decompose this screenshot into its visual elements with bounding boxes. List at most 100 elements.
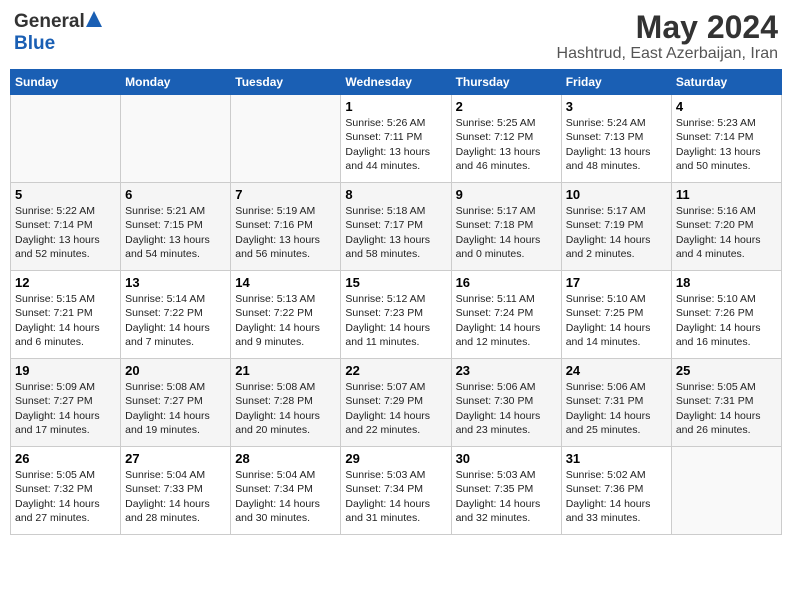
day-info: Sunrise: 5:14 AMSunset: 7:22 PMDaylight:…: [125, 292, 226, 349]
day-number: 27: [125, 451, 226, 466]
weekday-header-thursday: Thursday: [451, 70, 561, 95]
day-number: 20: [125, 363, 226, 378]
week-row-1: 1 Sunrise: 5:26 AMSunset: 7:11 PMDaylight…: [11, 95, 782, 183]
calendar-cell: 15 Sunrise: 5:12 AMSunset: 7:23 PMDayligh…: [341, 271, 451, 359]
weekday-header-sunday: Sunday: [11, 70, 121, 95]
page-header: General Blue May 2024 Hashtrud, East Aze…: [10, 10, 782, 63]
day-number: 4: [676, 99, 777, 114]
day-number: 23: [456, 363, 557, 378]
calendar-cell: 21Sunrise: 5:08 AMSunset: 7:28 PMDayligh…: [231, 359, 341, 447]
day-info: Sunrise: 5:04 AMSunset: 7:34 PMDaylight:…: [235, 468, 336, 525]
day-info: Sunrise: 5:18 AMSunset: 7:17 PMDaylight:…: [345, 204, 446, 261]
day-number: 9: [456, 187, 557, 202]
calendar-cell: 10 Sunrise: 5:17 AMSunset: 7:19 PMDayligh…: [561, 183, 671, 271]
calendar-cell: 18Sunrise: 5:10 AMSunset: 7:26 PMDayligh…: [671, 271, 781, 359]
calendar-cell: 5 Sunrise: 5:22 AMSunset: 7:14 PMDaylight…: [11, 183, 121, 271]
day-number: 5: [15, 187, 116, 202]
day-info: Sunrise: 5:10 AMSunset: 7:25 PMDaylight:…: [566, 292, 667, 349]
calendar-cell: 30 Sunrise: 5:03 AMSunset: 7:35 PMDayligh…: [451, 447, 561, 535]
day-info: Sunrise: 5:11 AMSunset: 7:24 PMDaylight:…: [456, 292, 557, 349]
calendar-cell: 2Sunrise: 5:25 AMSunset: 7:12 PMDaylight…: [451, 95, 561, 183]
week-row-5: 26Sunrise: 5:05 AMSunset: 7:32 PMDayligh…: [11, 447, 782, 535]
calendar-cell: 31Sunrise: 5:02 AMSunset: 7:36 PMDayligh…: [561, 447, 671, 535]
day-number: 30: [456, 451, 557, 466]
weekday-header-friday: Friday: [561, 70, 671, 95]
logo-blue-text: Blue: [14, 33, 55, 54]
calendar-cell: 24 Sunrise: 5:06 AMSunset: 7:31 PMDayligh…: [561, 359, 671, 447]
day-info: Sunrise: 5:06 AMSunset: 7:30 PMDaylight:…: [456, 380, 557, 437]
calendar-cell: [231, 95, 341, 183]
day-info: Sunrise: 5:12 AMSunset: 7:23 PMDaylight:…: [345, 292, 446, 349]
calendar-cell: 6 Sunrise: 5:21 AMSunset: 7:15 PMDaylight…: [121, 183, 231, 271]
day-info: Sunrise: 5:08 AMSunset: 7:28 PMDaylight:…: [235, 380, 336, 437]
calendar-cell: 11Sunrise: 5:16 AMSunset: 7:20 PMDayligh…: [671, 183, 781, 271]
location-title: Hashtrud, East Azerbaijan, Iran: [557, 45, 778, 63]
day-number: 17: [566, 275, 667, 290]
day-number: 1: [345, 99, 446, 114]
day-number: 15: [345, 275, 446, 290]
week-row-2: 5 Sunrise: 5:22 AMSunset: 7:14 PMDaylight…: [11, 183, 782, 271]
day-info: Sunrise: 5:16 AMSunset: 7:20 PMDaylight:…: [676, 204, 777, 261]
weekday-header-saturday: Saturday: [671, 70, 781, 95]
calendar-cell: 9 Sunrise: 5:17 AMSunset: 7:18 PMDaylight…: [451, 183, 561, 271]
day-info: Sunrise: 5:06 AMSunset: 7:31 PMDaylight:…: [566, 380, 667, 437]
calendar-cell: 4 Sunrise: 5:23 AMSunset: 7:14 PMDaylight…: [671, 95, 781, 183]
day-number: 12: [15, 275, 116, 290]
day-info: Sunrise: 5:15 AMSunset: 7:21 PMDaylight:…: [15, 292, 116, 349]
day-number: 25: [676, 363, 777, 378]
week-row-3: 12 Sunrise: 5:15 AMSunset: 7:21 PMDayligh…: [11, 271, 782, 359]
calendar-cell: 12 Sunrise: 5:15 AMSunset: 7:21 PMDayligh…: [11, 271, 121, 359]
day-info: Sunrise: 5:24 AMSunset: 7:13 PMDaylight:…: [566, 116, 667, 173]
calendar-cell: 13 Sunrise: 5:14 AMSunset: 7:22 PMDayligh…: [121, 271, 231, 359]
day-number: 19: [15, 363, 116, 378]
day-info: Sunrise: 5:07 AMSunset: 7:29 PMDaylight:…: [345, 380, 446, 437]
logo-triangle-icon: [85, 10, 103, 33]
weekday-header-wednesday: Wednesday: [341, 70, 451, 95]
day-info: Sunrise: 5:21 AMSunset: 7:15 PMDaylight:…: [125, 204, 226, 261]
calendar-cell: 8 Sunrise: 5:18 AMSunset: 7:17 PMDaylight…: [341, 183, 451, 271]
day-info: Sunrise: 5:17 AMSunset: 7:19 PMDaylight:…: [566, 204, 667, 261]
day-info: Sunrise: 5:05 AMSunset: 7:31 PMDaylight:…: [676, 380, 777, 437]
day-number: 16: [456, 275, 557, 290]
calendar-cell: [671, 447, 781, 535]
day-number: 28: [235, 451, 336, 466]
day-number: 8: [345, 187, 446, 202]
day-number: 10: [566, 187, 667, 202]
day-info: Sunrise: 5:08 AMSunset: 7:27 PMDaylight:…: [125, 380, 226, 437]
calendar-cell: 20 Sunrise: 5:08 AMSunset: 7:27 PMDayligh…: [121, 359, 231, 447]
day-info: Sunrise: 5:17 AMSunset: 7:18 PMDaylight:…: [456, 204, 557, 261]
calendar-cell: 26Sunrise: 5:05 AMSunset: 7:32 PMDayligh…: [11, 447, 121, 535]
calendar-cell: [11, 95, 121, 183]
day-info: Sunrise: 5:26 AMSunset: 7:11 PMDaylight:…: [345, 116, 446, 173]
day-info: Sunrise: 5:25 AMSunset: 7:12 PMDaylight:…: [456, 116, 557, 173]
calendar-cell: 29 Sunrise: 5:03 AMSunset: 7:34 PMDayligh…: [341, 447, 451, 535]
weekday-header-tuesday: Tuesday: [231, 70, 341, 95]
calendar-cell: 22Sunrise: 5:07 AMSunset: 7:29 PMDayligh…: [341, 359, 451, 447]
weekday-header-row: SundayMondayTuesdayWednesdayThursdayFrid…: [11, 70, 782, 95]
day-info: Sunrise: 5:05 AMSunset: 7:32 PMDaylight:…: [15, 468, 116, 525]
calendar-cell: 28 Sunrise: 5:04 AMSunset: 7:34 PMDayligh…: [231, 447, 341, 535]
calendar-cell: 27 Sunrise: 5:04 AMSunset: 7:33 PMDayligh…: [121, 447, 231, 535]
day-info: Sunrise: 5:22 AMSunset: 7:14 PMDaylight:…: [15, 204, 116, 261]
day-info: Sunrise: 5:23 AMSunset: 7:14 PMDaylight:…: [676, 116, 777, 173]
day-number: 13: [125, 275, 226, 290]
day-number: 31: [566, 451, 667, 466]
calendar-cell: 7Sunrise: 5:19 AMSunset: 7:16 PMDaylight…: [231, 183, 341, 271]
day-info: Sunrise: 5:13 AMSunset: 7:22 PMDaylight:…: [235, 292, 336, 349]
logo-general-text: General: [14, 11, 85, 33]
day-number: 6: [125, 187, 226, 202]
day-info: Sunrise: 5:03 AMSunset: 7:34 PMDaylight:…: [345, 468, 446, 525]
day-info: Sunrise: 5:03 AMSunset: 7:35 PMDaylight:…: [456, 468, 557, 525]
calendar-cell: 3Sunrise: 5:24 AMSunset: 7:13 PMDaylight…: [561, 95, 671, 183]
calendar-table: SundayMondayTuesdayWednesdayThursdayFrid…: [10, 69, 782, 535]
day-info: Sunrise: 5:04 AMSunset: 7:33 PMDaylight:…: [125, 468, 226, 525]
calendar-cell: 23 Sunrise: 5:06 AMSunset: 7:30 PMDayligh…: [451, 359, 561, 447]
calendar-cell: 1 Sunrise: 5:26 AMSunset: 7:11 PMDaylight…: [341, 95, 451, 183]
day-number: 14: [235, 275, 336, 290]
day-info: Sunrise: 5:09 AMSunset: 7:27 PMDaylight:…: [15, 380, 116, 437]
calendar-cell: 25 Sunrise: 5:05 AMSunset: 7:31 PMDayligh…: [671, 359, 781, 447]
logo: General Blue: [14, 10, 103, 55]
day-number: 29: [345, 451, 446, 466]
day-number: 24: [566, 363, 667, 378]
day-info: Sunrise: 5:10 AMSunset: 7:26 PMDaylight:…: [676, 292, 777, 349]
